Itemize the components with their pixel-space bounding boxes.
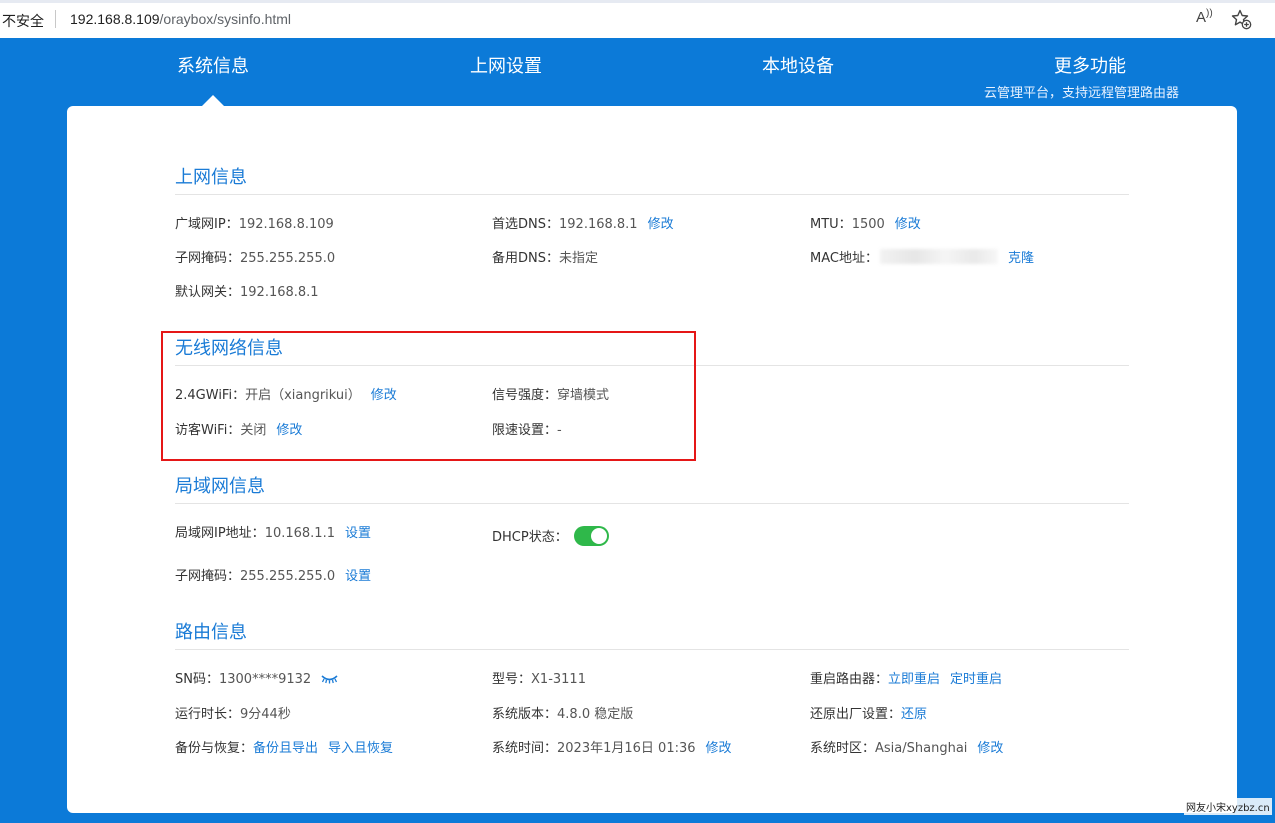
sn-value: 1300****9132 xyxy=(218,672,312,687)
system-time-label: 系统时间： xyxy=(492,741,558,756)
security-indicator[interactable]: 不安全 xyxy=(2,11,44,31)
model-label: 型号： xyxy=(492,672,532,687)
wan-ip-field: 广域网IP：192.168.8.109 xyxy=(175,213,334,232)
set-lan-ip-link[interactable]: 设置 xyxy=(345,526,371,541)
reboot-field: 重启路由器：立即重启 定时重启 xyxy=(810,668,1002,687)
secondary-dns-field: 备用DNS：未指定 xyxy=(492,247,598,266)
lan-mask-label: 子网掩码： xyxy=(175,569,241,584)
address-bar-divider xyxy=(55,10,56,28)
read-aloud-icon[interactable]: A)) xyxy=(1196,8,1213,26)
watermark: 网友小宋xyzbz.cn xyxy=(1184,798,1272,815)
tab-system-info[interactable]: 系统信息 xyxy=(177,52,249,78)
version-value: 4.8.0 稳定版 xyxy=(557,707,634,722)
lan-mask-field: 子网掩码：255.255.255.0 设置 xyxy=(175,565,371,584)
eye-closed-icon[interactable] xyxy=(321,674,338,684)
scheduled-reboot-link[interactable]: 定时重启 xyxy=(950,672,1002,687)
lan-ip-value: 10.168.1.1 xyxy=(264,526,335,541)
sn-field: SN码：1300****9132 xyxy=(175,668,338,687)
system-time-value: 2023年1月16日 01:36 xyxy=(557,741,696,756)
browser-address-bar: 不安全 192.168.8.109/oraybox/sysinfo.html A… xyxy=(0,0,1275,38)
uptime-field: 运行时长：9分44秒 xyxy=(175,703,291,722)
section-title-internet: 上网信息 xyxy=(175,167,247,188)
tab-more-features[interactable]: 更多功能 xyxy=(1054,52,1126,78)
timezone-value: Asia/Shanghai xyxy=(875,741,968,756)
wan-mask-label: 子网掩码： xyxy=(175,251,241,266)
url-field[interactable]: 192.168.8.109/oraybox/sysinfo.html xyxy=(70,11,291,27)
more-features-subtitle: 云管理平台，支持远程管理路由器 xyxy=(984,86,1180,101)
section-title-lan: 局域网信息 xyxy=(175,476,265,497)
backup-export-link[interactable]: 备份且导出 xyxy=(253,741,318,756)
clone-mac-link[interactable]: 克隆 xyxy=(1008,251,1034,266)
active-tab-caret xyxy=(202,95,224,106)
wan-mask-value: 255.255.255.0 xyxy=(240,251,336,266)
factory-reset-link[interactable]: 还原 xyxy=(901,707,927,722)
section-divider xyxy=(175,503,1129,504)
mtu-field: MTU：1500 修改 xyxy=(810,213,921,232)
toggle-knob xyxy=(590,528,607,544)
edit-time-link[interactable]: 修改 xyxy=(706,741,732,756)
url-path: /oraybox/sysinfo.html xyxy=(159,11,292,27)
annotation-highlight-box xyxy=(161,331,696,461)
url-host: 192.168.8.109 xyxy=(70,11,160,27)
edit-dns-link[interactable]: 修改 xyxy=(648,217,674,232)
mac-field: MAC地址： 克隆 xyxy=(810,247,1034,266)
reboot-now-link[interactable]: 立即重启 xyxy=(888,672,940,687)
tab-local-devices[interactable]: 本地设备 xyxy=(762,52,834,78)
gateway-value: 192.168.8.1 xyxy=(240,285,319,300)
primary-dns-label: 首选DNS： xyxy=(492,217,559,232)
lan-ip-label: 局域网IP地址： xyxy=(175,526,265,541)
mtu-label: MTU： xyxy=(810,217,852,232)
set-lan-mask-link[interactable]: 设置 xyxy=(345,569,371,584)
timezone-field: 系统时区：Asia/Shanghai 修改 xyxy=(810,737,1003,756)
version-label: 系统版本： xyxy=(492,707,558,722)
wan-mask-field: 子网掩码：255.255.255.0 xyxy=(175,247,335,266)
mtu-value: 1500 xyxy=(851,217,885,232)
mac-label: MAC地址： xyxy=(810,251,878,266)
version-field: 系统版本：4.8.0 稳定版 xyxy=(492,703,633,722)
model-field: 型号：X1-3111 xyxy=(492,668,586,687)
primary-dns-field: 首选DNS：192.168.8.1 修改 xyxy=(492,213,674,232)
secondary-dns-label: 备用DNS： xyxy=(492,251,559,266)
star-plus-icon[interactable] xyxy=(1230,8,1252,30)
uptime-value: 9分44秒 xyxy=(240,707,291,722)
timezone-label: 系统时区： xyxy=(810,741,876,756)
reboot-label: 重启路由器： xyxy=(810,672,889,687)
gateway-field: 默认网关：192.168.8.1 xyxy=(175,281,319,300)
secondary-dns-value: 未指定 xyxy=(559,251,599,266)
gateway-label: 默认网关： xyxy=(175,285,241,300)
dhcp-toggle[interactable] xyxy=(573,526,609,546)
model-value: X1-3111 xyxy=(531,672,586,687)
backup-label: 备份与恢复： xyxy=(175,741,254,756)
backup-field: 备份与恢复：备份且导出 导入且恢复 xyxy=(175,737,393,756)
sn-label: SN码： xyxy=(175,672,219,687)
wan-ip-label: 广域网IP： xyxy=(175,217,239,232)
lan-mask-value: 255.255.255.0 xyxy=(240,569,336,584)
lan-ip-field: 局域网IP地址：10.168.1.1 设置 xyxy=(175,522,371,541)
edit-mtu-link[interactable]: 修改 xyxy=(895,217,921,232)
primary-dns-value: 192.168.8.1 xyxy=(559,217,638,232)
section-divider xyxy=(175,649,1129,650)
dhcp-label: DHCP状态： xyxy=(492,530,568,545)
wan-ip-value: 192.168.8.109 xyxy=(238,217,334,232)
factory-reset-label: 还原出厂设置： xyxy=(810,707,902,722)
section-divider xyxy=(175,194,1129,195)
import-restore-link[interactable]: 导入且恢复 xyxy=(328,741,393,756)
uptime-label: 运行时长： xyxy=(175,707,241,722)
tab-internet-settings[interactable]: 上网设置 xyxy=(470,52,542,78)
edit-timezone-link[interactable]: 修改 xyxy=(977,741,1003,756)
system-time-field: 系统时间：2023年1月16日 01:36 修改 xyxy=(492,737,732,756)
dhcp-field: DHCP状态： xyxy=(492,526,609,546)
factory-reset-field: 还原出厂设置：还原 xyxy=(810,703,927,722)
section-title-router: 路由信息 xyxy=(175,622,247,643)
mac-value-redacted xyxy=(879,249,998,264)
